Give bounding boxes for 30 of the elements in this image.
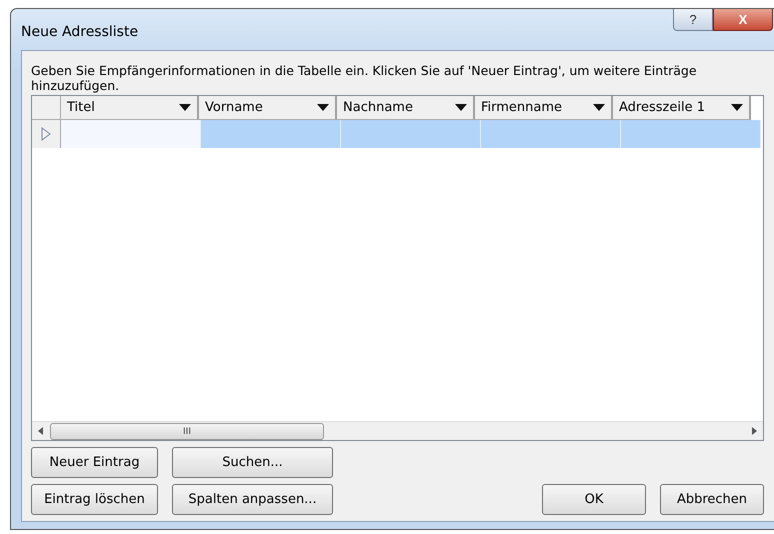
dropdown-arrow-icon <box>731 104 743 111</box>
corner-cell <box>32 96 61 120</box>
dropdown-arrow-icon <box>593 104 605 111</box>
action-button[interactable]: Spalten anpassen... <box>172 484 333 515</box>
table-cell[interactable] <box>61 120 201 148</box>
table-cell[interactable] <box>201 120 341 148</box>
dropdown-arrow-icon <box>179 104 191 111</box>
scroll-left-icon[interactable] <box>38 427 44 435</box>
table-cell[interactable] <box>621 120 761 148</box>
scroll-right-icon[interactable] <box>751 427 757 435</box>
action-button[interactable]: Suchen... <box>172 447 333 478</box>
column-header[interactable]: Titel <box>61 96 199 120</box>
horizontal-scrollbar[interactable]: III <box>32 421 763 440</box>
dropdown-arrow-icon <box>455 104 467 111</box>
action-button[interactable]: Eintrag löschen <box>31 484 158 515</box>
instruction-text: Geben Sie Empfängerinformationen in die Tabelle ein. Klicken Sie auf 'Neuer Eintrag', um weitere Einträge hinzuzufügen. <box>31 63 698 93</box>
column-header[interactable]: Vorname <box>199 96 337 120</box>
dropdown-arrow-icon <box>317 104 329 111</box>
help-button[interactable]: ? <box>673 9 713 31</box>
column-header[interactable]: Nachname <box>337 96 475 120</box>
ok-button[interactable]: OK <box>542 484 646 515</box>
scrollbar-thumb[interactable]: III <box>50 423 324 440</box>
column-header[interactable]: Firmenname <box>475 96 613 120</box>
cancel-button[interactable]: Abbrechen <box>660 484 764 515</box>
action-button[interactable]: Neuer Eintrag <box>31 447 158 478</box>
table-cell[interactable] <box>481 120 621 148</box>
table-cell[interactable] <box>341 120 481 148</box>
row-header[interactable] <box>32 120 61 148</box>
column-header[interactable]: Adresszeile 1 <box>613 96 751 120</box>
window-title: Neue Adressliste <box>21 24 138 40</box>
